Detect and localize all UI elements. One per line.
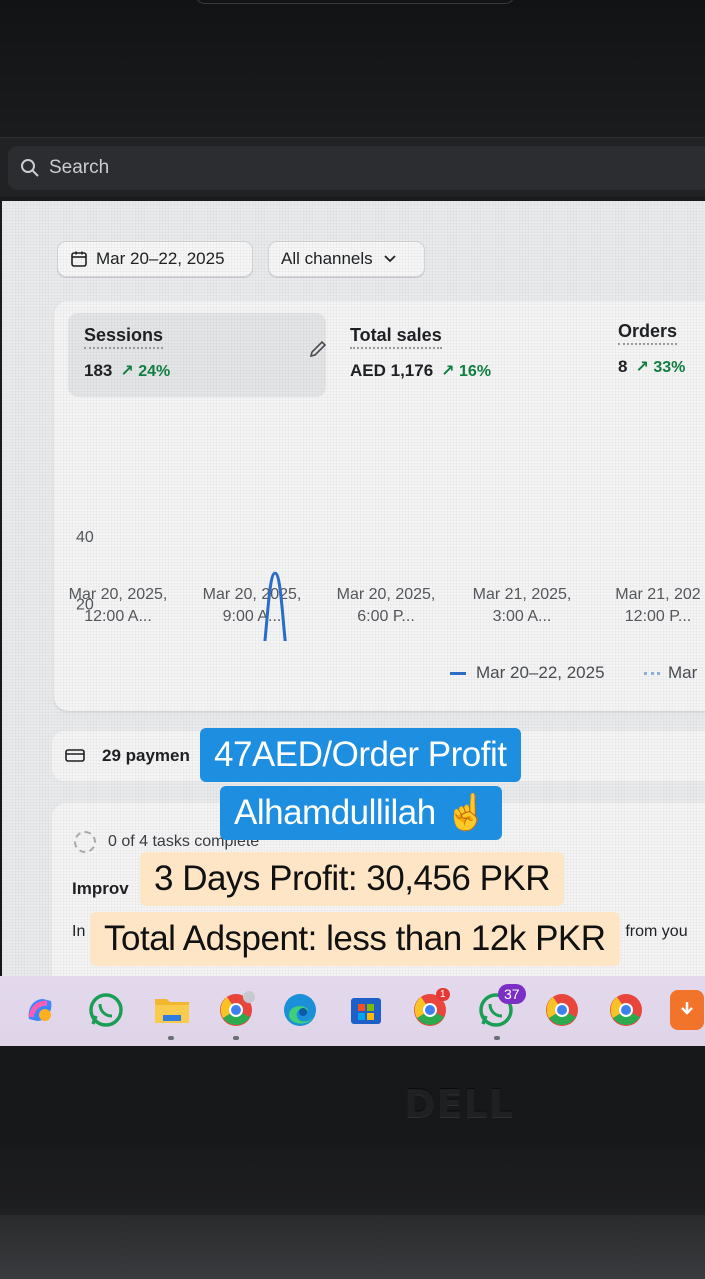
caption-three-days-profit: 3 Days Profit: 30,456 PKR [140, 852, 565, 906]
legend-current: Mar 20–22, 2025 [450, 663, 605, 683]
caption-alhamdulillah: Alhamdullilah ☝️ [220, 786, 502, 840]
x-tick-label: 9:00 A... [223, 608, 282, 625]
running-indicator [233, 1036, 239, 1040]
search-icon [21, 159, 39, 177]
x-tick-label: Mar 20, 2025, [337, 586, 436, 603]
laptop-bezel [0, 1046, 705, 1146]
task-description-end: g from you [612, 923, 688, 940]
edge-icon[interactable] [280, 990, 320, 1030]
sessions-line-chart: 40200Mar 20, 2025,12:00 A...Mar 20, 2025… [69, 529, 701, 641]
browser-toolbar: Search [0, 137, 705, 197]
photo-frame: Search Mar 20–22, 2025 All channels Sess… [0, 0, 705, 1279]
date-range-label: Mar 20–22, 2025 [96, 249, 225, 268]
improve-heading: Improv [72, 879, 129, 898]
calendar-icon [71, 251, 87, 267]
x-tick-label: Mar 20, 2025, [69, 586, 168, 603]
chrome-icon-3[interactable] [606, 990, 646, 1030]
x-tick-label: 6:00 P... [357, 608, 415, 625]
legend-previous: Mar [644, 663, 697, 683]
running-indicator [494, 1036, 500, 1040]
laptop-top-edge [195, 0, 515, 4]
x-tick-label: 12:00 P... [625, 608, 691, 625]
legend-solid-swatch [450, 671, 466, 675]
date-range-button[interactable]: Mar 20–22, 2025 [57, 241, 253, 277]
x-tick-label: 12:00 A... [84, 608, 152, 625]
whatsapp-icon[interactable] [86, 990, 126, 1030]
download-app-icon[interactable] [670, 990, 704, 1030]
x-tick-label: Mar 21, 2025, [473, 586, 572, 603]
task-description-start: In [72, 923, 86, 940]
channel-select[interactable]: All channels [268, 241, 425, 277]
channel-label: All channels [281, 249, 373, 268]
running-indicator [168, 1036, 174, 1040]
search-placeholder: Search [49, 157, 110, 178]
store-icon[interactable] [346, 990, 386, 1030]
caption-profit-per-order: 47AED/Order Profit [200, 728, 521, 782]
copilot-icon[interactable] [20, 990, 60, 1030]
search-box[interactable]: Search [8, 146, 705, 190]
chevron-down-icon [384, 255, 396, 263]
x-tick-label: Mar 21, 202 [615, 586, 700, 603]
payment-icon [65, 749, 85, 762]
analytics-card: Sessions 183 ↗ 24% Total sales AED 1,176 ↗… [54, 301, 705, 711]
whatsapp-badge: 37 [498, 984, 526, 1004]
legend-previous-label: Mar [668, 663, 698, 682]
windows-taskbar: 1 37 [0, 976, 705, 1046]
payments-label: 29 paymen [102, 746, 190, 765]
chrome-icon-2[interactable] [542, 990, 582, 1030]
chrome-icon[interactable]: 1 [410, 988, 450, 1030]
progress-circle-icon [74, 831, 96, 853]
x-tick-label: 3:00 A... [493, 608, 552, 625]
laptop-hinge [0, 1215, 705, 1279]
chrome-profile-icon[interactable] [216, 990, 256, 1030]
legend-dotted-swatch [644, 671, 660, 675]
x-tick-label: Mar 20, 2025, [203, 586, 302, 603]
legend-current-label: Mar 20–22, 2025 [476, 663, 605, 682]
file-explorer-icon[interactable] [152, 990, 192, 1030]
caption-total-adspent: Total Adspent: less than 12k PKR [90, 912, 620, 966]
y-tick-label: 40 [76, 529, 94, 546]
whatsapp-business-icon[interactable]: 37 [476, 984, 526, 1030]
dell-logo: DELL [404, 1082, 514, 1126]
chrome-badge: 1 [436, 988, 450, 1001]
